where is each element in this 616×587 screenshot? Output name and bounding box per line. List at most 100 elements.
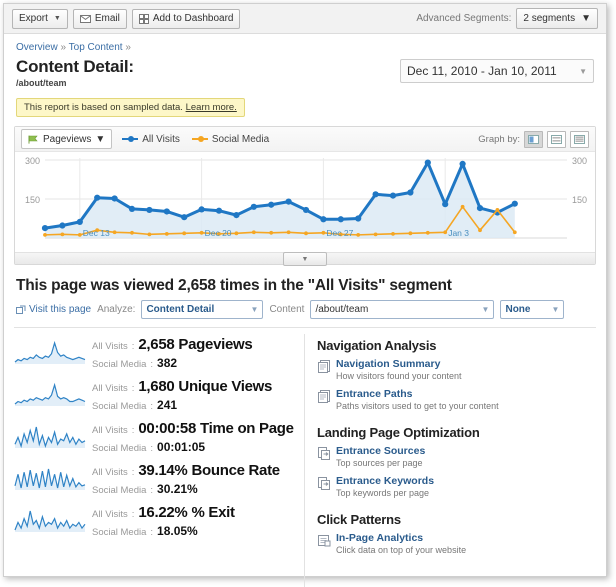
metric-secondary-line: Social Media:382	[92, 356, 252, 370]
metric-secondary-segment: Social Media	[92, 359, 147, 370]
report-document-icon	[317, 389, 331, 404]
metric-name: Unique Views	[178, 378, 273, 395]
add-to-dashboard-label: Add to Dashboard	[152, 13, 234, 24]
month-view-icon	[574, 134, 585, 144]
content-value: /about/team	[315, 304, 369, 315]
svg-text:300: 300	[572, 156, 587, 166]
legend-swatch-social-media	[191, 135, 208, 143]
breadcrumb-top-content[interactable]: Top Content	[69, 42, 123, 53]
report-document-icon	[317, 359, 331, 374]
analysis-link-title[interactable]: Navigation Summary	[336, 358, 462, 370]
legend-item-social-media[interactable]: Social Media	[191, 133, 270, 145]
metric-primary-value: 1,680	[138, 378, 175, 395]
metrics-column: All Visits:2,658 Pageviews Social Media:38…	[4, 334, 304, 587]
page-header: Content Detail: /about/team Dec 11, 2010…	[4, 55, 606, 88]
email-label: Email	[94, 13, 120, 24]
none-value: None	[505, 304, 531, 315]
analysis-link-item[interactable]: Navigation Summary How visitors found you…	[317, 358, 606, 381]
breadcrumb: Overview » Top Content »	[4, 34, 606, 55]
metric-primary-value: 00:00:58	[138, 420, 197, 437]
svg-text:300: 300	[25, 156, 40, 166]
export-button[interactable]: Export ▼	[12, 8, 68, 29]
metric-primary-value: 2,658	[138, 336, 175, 353]
graph-by-day-button[interactable]	[524, 130, 543, 148]
analyze-dropdown[interactable]: Content Detail ▼	[141, 300, 264, 319]
chart-scroll-handle[interactable]: ▼	[283, 252, 327, 266]
segments-dropdown[interactable]: 2 segments ▼	[516, 8, 598, 29]
analysis-link-item[interactable]: In-Page Analytics Click data on top of yo…	[317, 532, 606, 555]
metric-sparkline	[14, 465, 86, 491]
chevron-down-icon: ▼	[95, 133, 106, 145]
learn-more-link[interactable]: Learn more.	[186, 102, 237, 113]
add-to-dashboard-button[interactable]: Add to Dashboard	[131, 8, 241, 29]
metric-secondary-segment: Social Media	[92, 485, 147, 496]
legend-item-all-visits[interactable]: All Visits	[122, 134, 180, 145]
section-heading-0: Navigation Analysis	[317, 338, 437, 353]
breadcrumb-overview[interactable]: Overview	[16, 42, 58, 53]
analysis-link-title[interactable]: Entrance Keywords	[336, 475, 434, 487]
content-label: Content	[269, 304, 305, 315]
metric-text: All Visits:00:00:58 Time on Page Social Me…	[92, 420, 294, 454]
metric-secondary-line: Social Media:30.21%	[92, 482, 280, 496]
svg-text:Dec 13: Dec 13	[83, 228, 110, 238]
visit-this-page-link[interactable]: Visit this page	[16, 304, 91, 315]
metric-row: All Visits:39.14% Bounce Rate Social Media…	[14, 462, 304, 496]
chart-toolbar: Pageviews ▼ All Visits Social Media Grap…	[15, 127, 595, 152]
summary-headline: This page was viewed 2,658 times in the …	[16, 277, 452, 294]
metric-row: All Visits:2,658 Pageviews Social Media:38…	[14, 336, 304, 370]
metric-colon: :	[150, 443, 154, 454]
export-label: Export	[19, 13, 48, 24]
breadcrumb-sep: »	[60, 42, 67, 53]
analysis-link-title[interactable]: In-Page Analytics	[336, 532, 466, 544]
title-block: Content Detail: /about/team	[16, 57, 400, 88]
graph-by-week-button[interactable]	[547, 130, 566, 148]
analysis-link-text: Entrance Sources Top sources per page	[336, 445, 425, 468]
analysis-controls: Visit this page Analyze: Content Detail …	[16, 300, 594, 319]
metric-colon: :	[150, 527, 154, 538]
analyze-value: Content Detail	[146, 304, 215, 315]
analysis-link-item[interactable]: Entrance Paths Paths visitors used to get…	[317, 388, 606, 411]
chart-plot-area[interactable]: 150 150 300 300 Dec 13 Dec 20 Dec 27 Jan 3	[15, 152, 595, 252]
analysis-link-item[interactable]: Entrance Keywords Top keywords per page	[317, 475, 606, 498]
graph-by-month-button[interactable]	[570, 130, 589, 148]
metric-name: % Exit	[191, 504, 235, 521]
analysis-link-item[interactable]: Entrance Sources Top sources per page	[317, 445, 606, 468]
date-range-value: Dec 11, 2010 - Jan 10, 2011	[407, 64, 557, 78]
none-dropdown[interactable]: None ▼	[500, 300, 565, 319]
metric-text: All Visits:39.14% Bounce Rate Social Media…	[92, 462, 280, 496]
metric-name: Bounce Rate	[191, 462, 280, 479]
svg-text:Jan 3: Jan 3	[448, 228, 469, 238]
email-button[interactable]: Email	[72, 8, 127, 29]
chart-panel: Pageviews ▼ All Visits Social Media Grap…	[14, 126, 596, 266]
analysis-link-text: Entrance Keywords Top keywords per page	[336, 475, 434, 498]
chevron-down-icon: ▼	[481, 305, 490, 314]
metric-colon: :	[131, 509, 135, 520]
date-range-picker[interactable]: Dec 11, 2010 - Jan 10, 2011 ▼	[400, 59, 594, 83]
metric-primary-segment: All Visits	[92, 383, 128, 394]
legend-label-social-media: Social Media	[211, 133, 270, 145]
analysis-link-title[interactable]: Entrance Paths	[336, 388, 499, 400]
pageviews-line-chart: 150 150 300 300 Dec 13 Dec 20 Dec 27 Jan 3	[25, 156, 587, 239]
envelope-icon	[79, 14, 91, 23]
chart-timeline-scrollbar[interactable]: ▼	[15, 252, 595, 266]
metric-secondary-value: 241	[157, 398, 178, 412]
metric-selector[interactable]: Pageviews ▼	[21, 129, 113, 149]
analysis-link-subtitle: Top keywords per page	[336, 488, 430, 498]
page-subtitle-path: /about/team	[16, 78, 67, 88]
external-link-icon	[16, 305, 26, 314]
metric-colon: :	[131, 383, 135, 394]
metric-text: All Visits:16.22%% Exit Social Media:18.0…	[92, 504, 235, 538]
chart-legend: All Visits Social Media	[122, 134, 269, 145]
analysis-link-text: Entrance Paths Paths visitors used to get…	[336, 388, 499, 411]
chevron-down-icon: ▼	[581, 13, 591, 24]
metric-primary-segment: All Visits	[92, 509, 128, 520]
svg-text:Dec 27: Dec 27	[326, 228, 353, 238]
metric-row: All Visits:1,680 Unique Views Social Media…	[14, 378, 304, 412]
flag-icon	[28, 135, 38, 144]
metric-secondary-segment: Social Media	[92, 401, 147, 412]
metric-primary-line: All Visits:00:00:58 Time on Page	[92, 420, 294, 437]
analytics-report-page: Export ▼ Email Add to Dashboard Advanced…	[3, 3, 607, 587]
segments-value: 2 segments	[523, 13, 576, 24]
content-dropdown[interactable]: /about/team ▼	[310, 300, 495, 319]
analysis-link-title[interactable]: Entrance Sources	[336, 445, 425, 457]
